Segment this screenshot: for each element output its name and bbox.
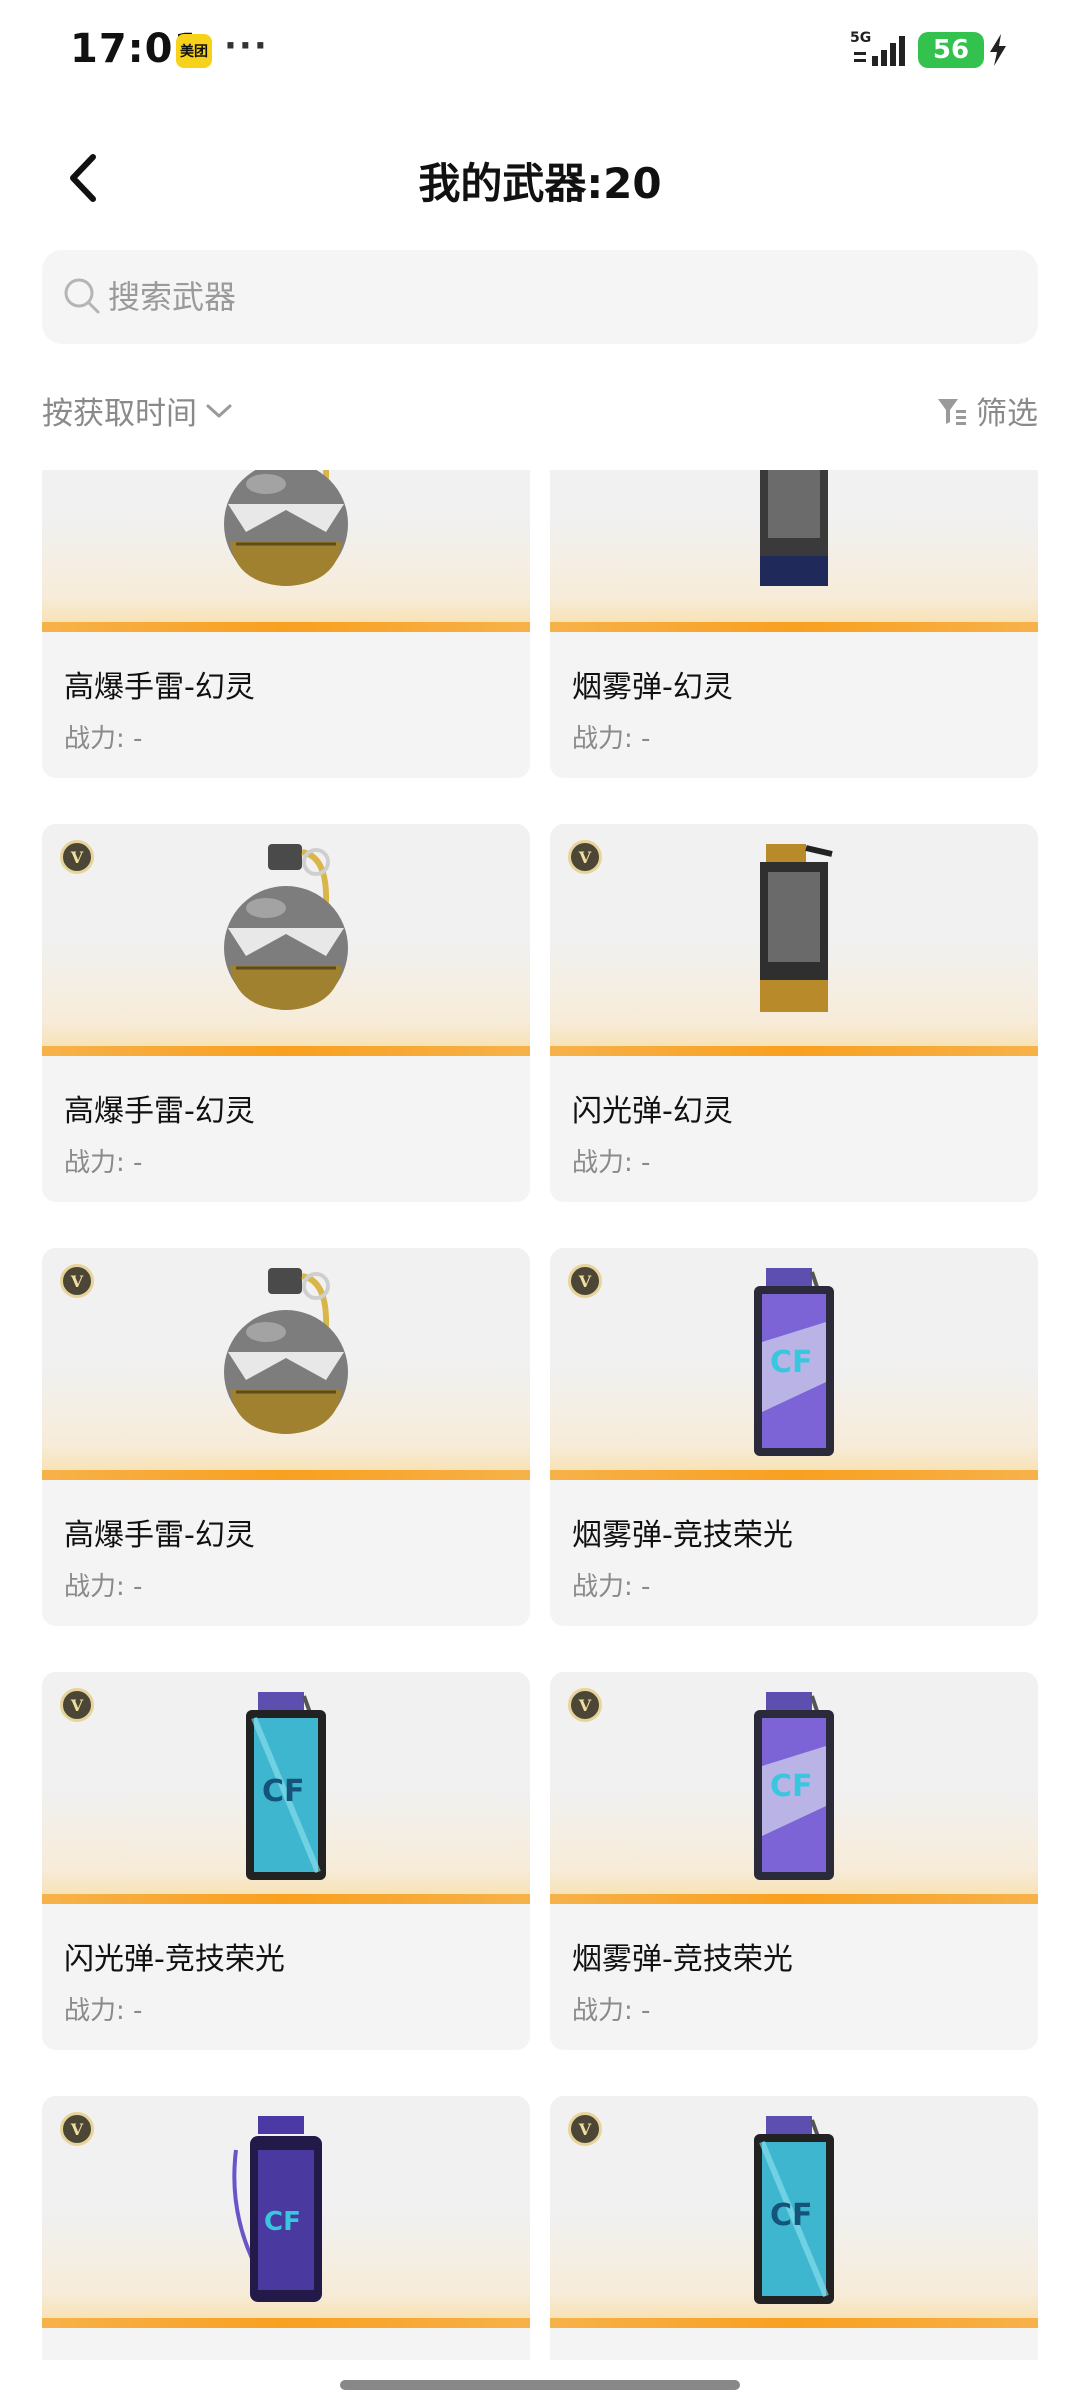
svg-text:CF: CF xyxy=(262,1774,305,1809)
weapon-image: CF V xyxy=(550,1672,1038,1904)
home-indicator[interactable] xyxy=(340,2380,740,2390)
svg-text:CF: CF xyxy=(770,2198,813,2233)
weapon-card-3[interactable]: V 闪光弹-幻灵 战力: - xyxy=(550,824,1038,1202)
vip-badge-icon: V xyxy=(60,840,94,874)
weapon-card-4[interactable]: V 高爆手雷-幻灵 战力: - xyxy=(42,1248,530,1626)
weapon-image: V xyxy=(42,824,530,1056)
canister-grenade-icon: CF xyxy=(754,2116,834,2304)
signal-5g-icon: 5G xyxy=(850,30,905,66)
rarity-bar xyxy=(550,1894,1038,1904)
grenade-icon xyxy=(224,844,348,1010)
weapon-power: 战力: - xyxy=(572,1996,651,2026)
rarity-bar xyxy=(550,622,1038,632)
weapon-card-9[interactable]: CF V xyxy=(550,2096,1038,2360)
toolbar: 按获取时间 筛选 xyxy=(42,380,1038,440)
rarity-bar xyxy=(42,1470,530,1480)
page-title: 我的武器:20 xyxy=(418,159,662,208)
weapon-image: CF V xyxy=(550,1248,1038,1480)
weapon-name: 高爆手雷-幻灵 xyxy=(64,1518,255,1553)
weapon-image: CF V xyxy=(550,2096,1038,2328)
vip-badge-icon: V xyxy=(568,1264,602,1298)
weapon-image xyxy=(550,470,1038,632)
weapon-card-5[interactable]: CF V 烟雾弹-竞技荣光 战力: - xyxy=(550,1248,1038,1626)
rarity-bar xyxy=(550,2318,1038,2328)
weapon-power: 战力: - xyxy=(572,724,651,754)
weapon-image: V xyxy=(550,824,1038,1056)
filter-button[interactable]: 筛选 xyxy=(936,388,1038,433)
vip-badge-icon: V xyxy=(568,1688,602,1722)
weapon-power: 战力: - xyxy=(64,724,143,754)
grenade-icon xyxy=(224,1268,348,1434)
weapon-power: 战力: - xyxy=(64,1148,143,1178)
weapon-power: 战力: - xyxy=(64,1572,143,1602)
status-bar: 17:01 美团 ··· 5G 56 xyxy=(0,0,1080,100)
weapon-name: 闪光弹-竞技荣光 xyxy=(64,1942,285,1977)
battery-indicator: 56 xyxy=(918,32,984,68)
svg-text:CF: CF xyxy=(264,2207,301,2237)
canister-grenade-icon: CF xyxy=(754,1692,834,1880)
svg-text:5G: 5G xyxy=(850,30,871,46)
rarity-bar xyxy=(550,1046,1038,1056)
weapon-name: 烟雾弹-竞技荣光 xyxy=(572,1518,793,1553)
vip-badge-icon: V xyxy=(568,2112,602,2146)
rarity-bar xyxy=(42,1046,530,1056)
vip-badge-icon: V xyxy=(60,2112,94,2146)
search-box[interactable] xyxy=(42,250,1038,344)
weapon-image: V xyxy=(42,1248,530,1480)
svg-text:CF: CF xyxy=(770,1345,813,1380)
filter-icon xyxy=(938,398,966,425)
weapon-name: 高爆手雷-幻灵 xyxy=(64,670,255,705)
rarity-bar xyxy=(42,2318,530,2328)
meituan-app-icon: 美团 xyxy=(176,34,212,68)
weapon-card-2[interactable]: V 高爆手雷-幻灵 战力: - xyxy=(42,824,530,1202)
rarity-bar xyxy=(42,622,530,632)
canister-grenade-icon: CF xyxy=(754,1268,834,1456)
rarity-bar xyxy=(550,1470,1038,1480)
svg-text:CF: CF xyxy=(770,1769,813,1804)
vip-badge-icon: V xyxy=(60,1264,94,1298)
grenade-icon xyxy=(224,470,348,586)
header: 我的武器:20 xyxy=(0,130,1080,230)
weapon-card-1[interactable]: 烟雾弹-幻灵 战力: - xyxy=(550,470,1038,778)
weapon-card-8[interactable]: CF V xyxy=(42,2096,530,2360)
canister-grenade-icon xyxy=(760,844,833,1012)
vip-badge-icon: V xyxy=(568,840,602,874)
canister-grenade-icon xyxy=(760,470,828,586)
vip-badge-icon: V xyxy=(60,1688,94,1722)
search-input[interactable] xyxy=(108,250,1008,344)
more-notifications-icon: ··· xyxy=(224,26,269,66)
weapon-image: CF V xyxy=(42,1672,530,1904)
filter-label: 筛选 xyxy=(976,396,1038,432)
weapon-image xyxy=(42,470,530,632)
weapon-name: 烟雾弹-幻灵 xyxy=(572,670,733,705)
rarity-bar xyxy=(42,1894,530,1904)
weapon-power: 战力: - xyxy=(572,1572,651,1602)
weapon-card-7[interactable]: CF V 烟雾弹-竞技荣光 战力: - xyxy=(550,1672,1038,2050)
weapon-name: 烟雾弹-竞技荣光 xyxy=(572,1942,793,1977)
weapon-grid: 高爆手雷-幻灵 战力: - 烟雾弹-幻灵 战力: - V 高爆手雷-幻灵 战力:… xyxy=(0,470,1080,2360)
search-icon xyxy=(64,278,100,314)
weapon-name: 高爆手雷-幻灵 xyxy=(64,1094,255,1129)
weapon-name: 闪光弹-幻灵 xyxy=(572,1094,733,1129)
weapon-image: CF V xyxy=(42,2096,530,2328)
canister-grenade-icon: CF xyxy=(232,2116,322,2302)
weapon-power: 战力: - xyxy=(572,1148,651,1178)
weapon-card-0[interactable]: 高爆手雷-幻灵 战力: - xyxy=(42,470,530,778)
chevron-down-icon xyxy=(206,404,232,417)
canister-grenade-icon: CF xyxy=(246,1692,326,1880)
weapon-power: 战力: - xyxy=(64,1996,143,2026)
charging-icon xyxy=(990,34,1006,66)
weapon-card-6[interactable]: CF V 闪光弹-竞技荣光 战力: - xyxy=(42,1672,530,2050)
sort-dropdown[interactable]: 按获取时间 xyxy=(42,388,233,433)
sort-label: 按获取时间 xyxy=(42,396,197,432)
